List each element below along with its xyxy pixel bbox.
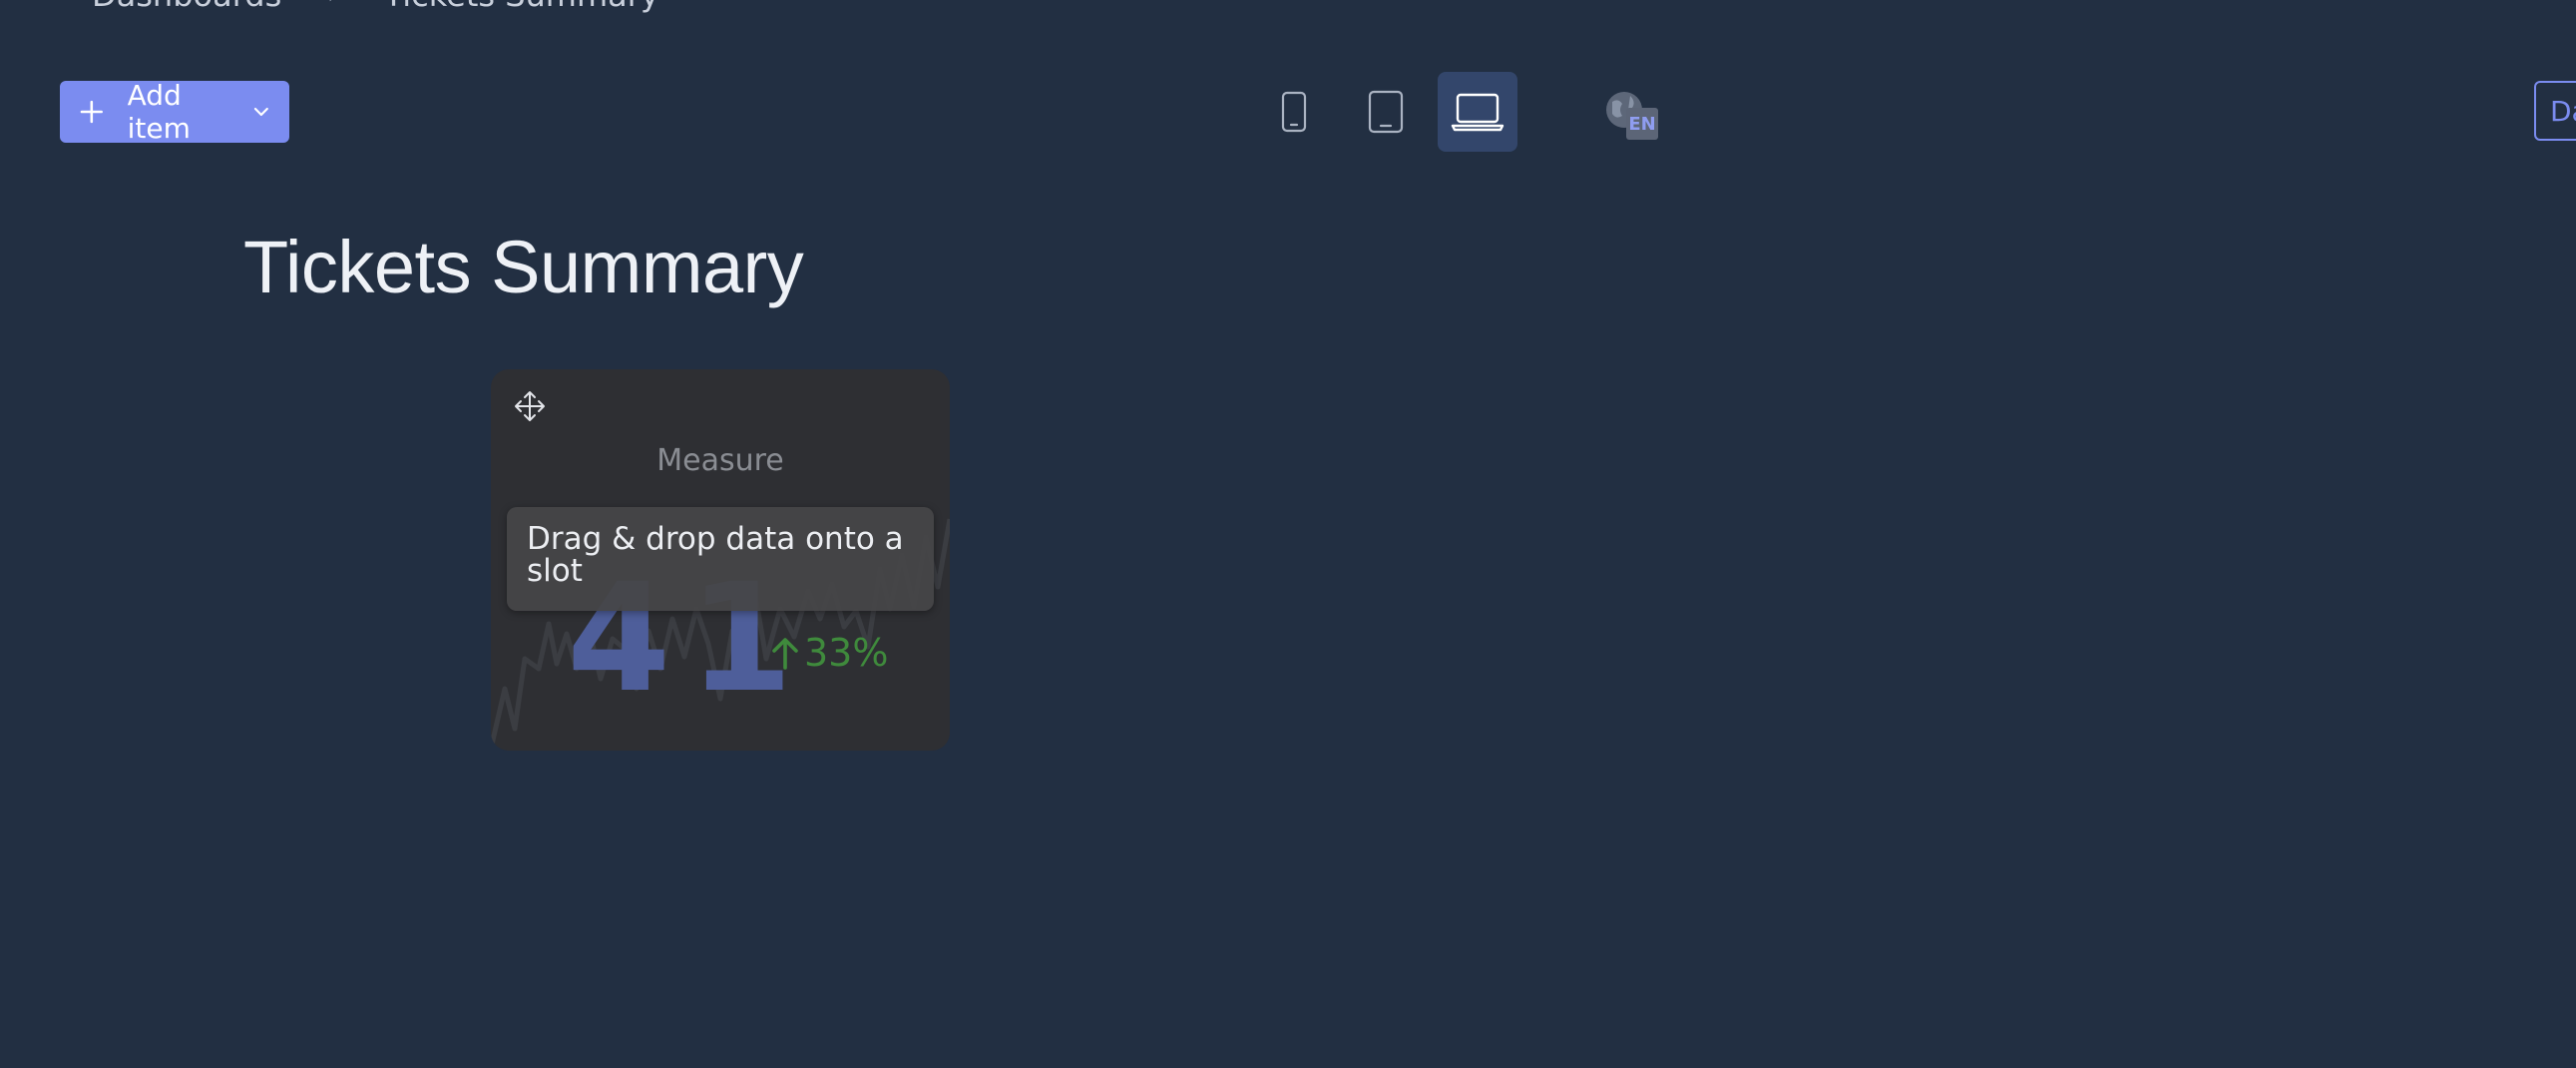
language-selector[interactable]: EN bbox=[1604, 90, 1660, 144]
breadcrumb-current: Tickets Summary bbox=[384, 0, 659, 14]
header-action-button[interactable]: Da bbox=[2534, 81, 2576, 141]
breadcrumb-separator: › bbox=[327, 0, 337, 10]
arrow-up-icon bbox=[772, 638, 798, 670]
page-title: Tickets Summary bbox=[243, 226, 804, 308]
add-item-button[interactable]: Add item bbox=[60, 79, 289, 145]
breadcrumb: Dashboards › Tickets Summary bbox=[92, 0, 659, 14]
add-item-label: Add item bbox=[127, 79, 191, 145]
kpi-delta: 33% bbox=[770, 631, 888, 675]
mobile-preview-button[interactable] bbox=[1254, 72, 1334, 152]
chevron-down-icon[interactable] bbox=[251, 102, 271, 122]
tablet-icon bbox=[1368, 90, 1404, 134]
mobile-icon bbox=[1281, 91, 1307, 133]
move-handle-icon[interactable] bbox=[513, 389, 547, 423]
laptop-preview-button[interactable] bbox=[1438, 72, 1517, 152]
laptop-icon bbox=[1451, 93, 1504, 132]
kpi-card[interactable]: Measure 41 33% Drag & drop data onto a s… bbox=[491, 369, 950, 751]
measure-slot-label: Measure bbox=[656, 443, 784, 478]
drop-hint-tooltip: Drag & drop data onto a slot bbox=[507, 507, 934, 611]
tablet-preview-button[interactable] bbox=[1346, 72, 1426, 152]
language-badge: EN bbox=[1626, 108, 1658, 140]
kpi-delta-value: 33% bbox=[804, 631, 889, 675]
plus-icon bbox=[80, 100, 103, 124]
dashboard-editor: Dashboards › Tickets Summary Add item bbox=[0, 0, 2576, 1068]
breadcrumb-dashboards-link[interactable]: Dashboards bbox=[92, 0, 281, 14]
